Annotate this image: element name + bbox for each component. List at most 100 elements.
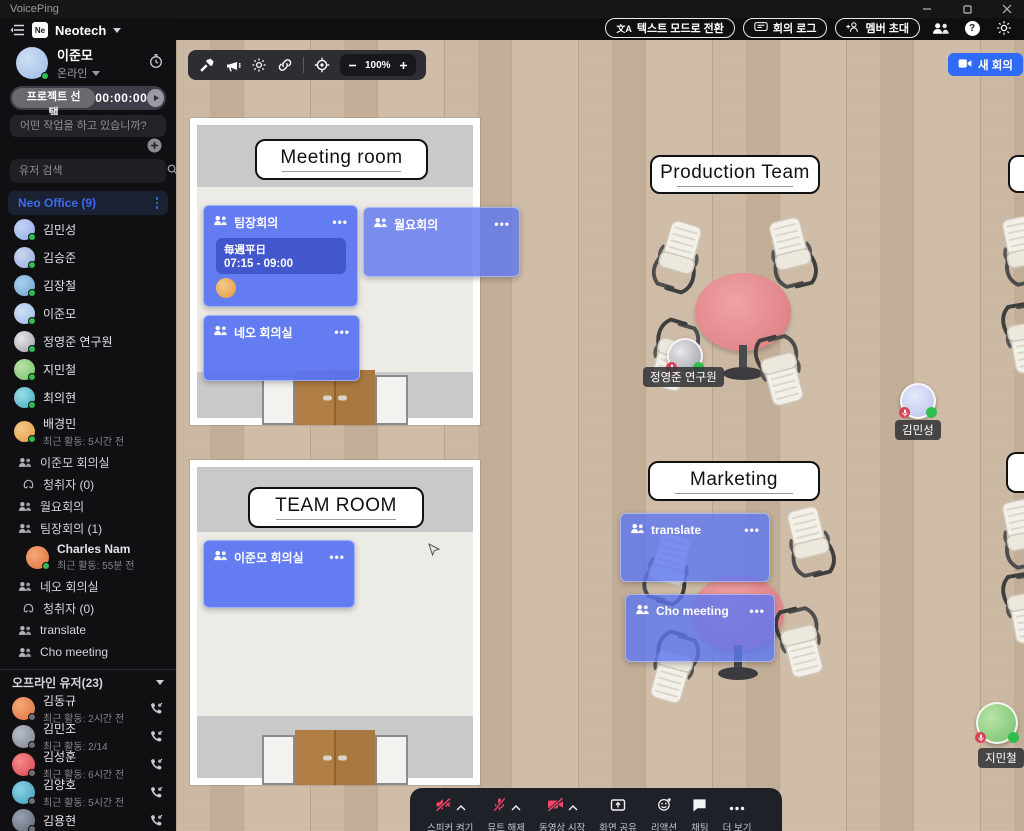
channel-row[interactable]: 청취자 (0) — [0, 597, 176, 619]
window-close-button[interactable] — [1000, 0, 1014, 19]
office-menu-icon[interactable] — [156, 197, 159, 209]
workspace-dropdown[interactable] — [113, 28, 121, 33]
offline-user-row[interactable]: 김성훈최근 활동: 6시간 전 — [0, 750, 176, 778]
card-menu-icon[interactable]: ••• — [334, 329, 350, 335]
add-button[interactable] — [147, 138, 162, 153]
sidebar: Ne Neotech 이준모 온라인 프로젝트 선택 00:00:00 — [0, 18, 176, 831]
user-search — [10, 159, 166, 183]
profile-name: 이준모 — [57, 45, 100, 64]
megaphone-icon[interactable] — [225, 58, 241, 73]
card-menu-icon[interactable]: ••• — [744, 527, 760, 533]
mute-toggle-button[interactable]: 뮤트 해제 — [482, 797, 530, 831]
meeting-card-leejunmo[interactable]: 이준모 회의실 ••• — [203, 540, 355, 608]
avatar — [14, 421, 35, 442]
call-back-icon[interactable] — [149, 785, 164, 800]
map-avatar-kim[interactable] — [900, 383, 936, 419]
user-row[interactable]: 이준모 — [0, 299, 176, 327]
user-search-input[interactable] — [19, 165, 161, 177]
call-back-icon[interactable] — [149, 813, 164, 828]
timer-icon[interactable] — [148, 53, 164, 74]
chat-button[interactable]: 채팅 — [686, 797, 713, 831]
meeting-card-translate[interactable]: translate ••• — [620, 513, 770, 582]
channel-row[interactable]: 네오 회의실 — [0, 575, 176, 597]
meeting-card-neo[interactable]: 네오 회의실 ••• — [203, 315, 360, 381]
user-row[interactable]: 김승준 — [0, 243, 176, 271]
collapse-sidebar-icon[interactable] — [10, 24, 25, 36]
office-label: Neo Office (9) — [18, 196, 96, 210]
chevron-up-icon[interactable] — [456, 799, 466, 814]
avatar-name-tag: 김민성 — [895, 420, 941, 440]
offline-user-row[interactable]: 김동규최근 활동: 2시간 전 — [0, 694, 176, 722]
meeting-log-icon — [754, 21, 768, 36]
meeting-card-teamleader[interactable]: 팀장회의 ••• 毎週平日 07:15 - 09:00 — [203, 205, 358, 307]
channel-row[interactable]: 월요회의 — [0, 495, 176, 517]
call-back-icon[interactable] — [149, 757, 164, 772]
window-minimize-button[interactable] — [920, 0, 934, 19]
avatar — [12, 697, 35, 720]
timer-play-button[interactable] — [147, 89, 164, 107]
avatar — [26, 546, 49, 569]
user-row[interactable]: 정영준 연구원 — [0, 327, 176, 355]
more-button[interactable]: 더 보기 — [718, 797, 757, 831]
window-maximize-button[interactable] — [960, 0, 974, 19]
room-team-room[interactable]: TEAM ROOM — [190, 460, 480, 785]
user-row[interactable]: 김장철 — [0, 271, 176, 299]
user-row[interactable]: 지민철 — [0, 355, 176, 383]
channel-row[interactable]: Cho meeting — [0, 641, 176, 663]
settings-icon[interactable] — [992, 18, 1016, 38]
project-select-button[interactable]: 프로젝트 선택 — [12, 88, 95, 108]
build-tool-icon[interactable] — [198, 57, 215, 74]
locate-me-icon[interactable] — [314, 57, 330, 73]
map-settings-icon[interactable] — [251, 57, 267, 73]
avatar-name-tag: 지민철 — [978, 748, 1024, 768]
channel-row[interactable]: 청취자 (0) — [0, 473, 176, 495]
avatar — [14, 303, 35, 324]
meeting-card-monday[interactable]: 월요회의 ••• — [363, 207, 520, 277]
profile-row[interactable]: 이준모 온라인 — [0, 42, 176, 84]
zoom-in-button[interactable] — [399, 61, 408, 70]
copy-link-icon[interactable] — [277, 58, 293, 72]
help-icon[interactable]: ? — [960, 18, 984, 38]
offline-user-row[interactable]: 김양호최근 활동: 5시간 전 — [0, 778, 176, 806]
chevron-up-icon[interactable] — [568, 799, 578, 814]
card-menu-icon[interactable]: ••• — [749, 608, 765, 614]
offline-user-row[interactable]: 김용현 — [0, 806, 176, 831]
task-input[interactable] — [10, 115, 166, 137]
group-icon — [18, 523, 32, 534]
mouse-cursor — [428, 543, 440, 557]
call-back-icon[interactable] — [149, 701, 164, 716]
user-row[interactable]: 배경민최근 활동: 5시간 전 — [0, 411, 176, 451]
screen-share-button[interactable]: 화면 공유 — [594, 797, 642, 831]
user-row[interactable]: 최의현 — [0, 383, 176, 411]
office-map[interactable]: 100% 새 회의 Meeting room TEAM ROOM — [176, 40, 1024, 831]
status-dropdown-icon[interactable] — [92, 71, 100, 76]
channel-row[interactable]: translate — [0, 619, 176, 641]
zoom-out-button[interactable] — [348, 61, 357, 70]
card-menu-icon[interactable]: ••• — [332, 219, 348, 225]
card-menu-icon[interactable]: ••• — [494, 221, 510, 227]
mic-muted-icon — [492, 797, 507, 815]
window-titlebar: VoicePing — [0, 0, 1024, 18]
video-toggle-button[interactable]: 동영상 시작 — [534, 797, 590, 831]
channel-row[interactable]: 이준모 회의실 — [0, 451, 176, 473]
new-meeting-button[interactable]: 새 회의 — [948, 53, 1023, 76]
office-header[interactable]: Neo Office (9) — [8, 191, 168, 215]
call-back-icon[interactable] — [149, 729, 164, 744]
offline-users-header[interactable]: 오프라인 유저(23) — [0, 670, 176, 694]
chevron-up-icon[interactable] — [511, 799, 521, 814]
reaction-button[interactable]: 리액션 — [646, 797, 682, 831]
group-icon — [630, 521, 645, 539]
invite-member-button[interactable]: 멤버 초대 — [835, 18, 920, 38]
screen-share-icon — [610, 798, 626, 815]
channel-member-row[interactable]: Charles Nam최근 활동: 55분 전 — [0, 539, 176, 575]
text-mode-button[interactable]: 文A텍스트 모드로 전환 — [605, 18, 735, 38]
channel-row[interactable]: 팀장회의 (1) — [0, 517, 176, 539]
map-avatar-ji[interactable] — [976, 702, 1018, 744]
speaker-toggle-button[interactable]: 스피커 켜기 — [422, 797, 478, 831]
meeting-card-cho[interactable]: Cho meeting ••• — [625, 594, 775, 662]
meeting-log-button[interactable]: 회의 로그 — [743, 18, 828, 38]
members-icon[interactable] — [928, 18, 952, 38]
offline-user-row[interactable]: 김민조최근 활동: 2/14 — [0, 722, 176, 750]
user-row[interactable]: 김민성 — [0, 215, 176, 243]
card-menu-icon[interactable]: ••• — [329, 554, 345, 560]
